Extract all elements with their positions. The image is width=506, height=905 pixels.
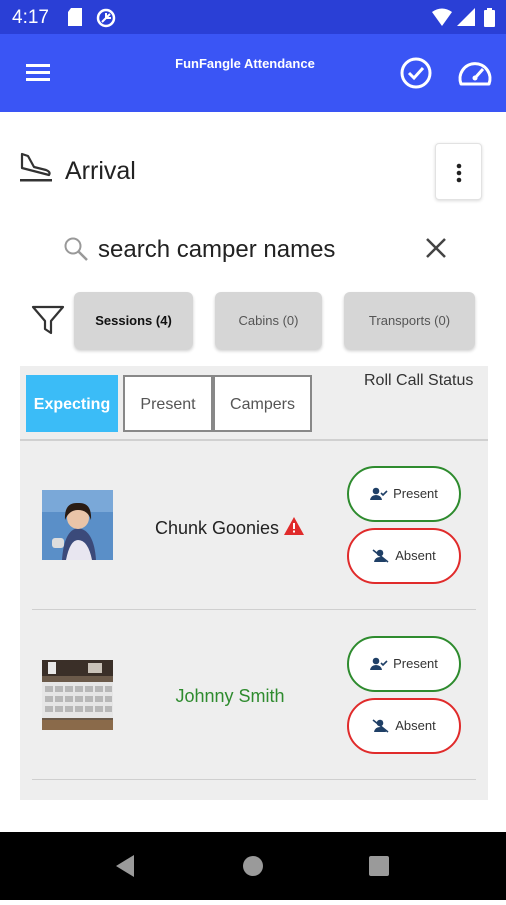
airplane-landing-icon xyxy=(18,150,54,184)
status-time: 4:17 xyxy=(12,7,49,28)
signal-icon xyxy=(457,8,475,31)
app-bar: FunFangle Attendance xyxy=(0,34,506,112)
absent-button[interactable]: Absent xyxy=(347,528,461,584)
camper-row: Chunk Goonies Present Absent xyxy=(20,440,488,610)
check-circle-icon xyxy=(400,57,432,89)
camper-photo xyxy=(42,660,113,730)
wifi-icon xyxy=(432,8,452,31)
page-title: Arrival xyxy=(65,157,136,185)
clear-search-button[interactable] xyxy=(423,235,449,261)
row-divider xyxy=(32,779,476,780)
back-icon[interactable] xyxy=(116,855,134,877)
home-icon[interactable] xyxy=(243,856,263,876)
tab-campers[interactable]: Campers xyxy=(213,375,312,432)
camper-name-text: Johnny Smith xyxy=(175,686,285,706)
person-check-icon xyxy=(370,657,388,670)
dashboard-button[interactable] xyxy=(456,56,494,90)
absent-label: Absent xyxy=(395,548,436,563)
present-label: Present xyxy=(393,656,438,671)
speedometer-icon xyxy=(458,62,492,86)
tab-expecting[interactable]: Expecting xyxy=(26,375,118,432)
confirm-button[interactable] xyxy=(399,56,433,90)
camper-row: Johnny Smith Present Absent xyxy=(20,610,488,780)
absent-button[interactable]: Absent xyxy=(347,698,461,754)
person-off-icon xyxy=(372,719,389,733)
person-off-icon xyxy=(372,549,389,563)
system-nav-bar xyxy=(0,832,506,900)
data-saver-icon xyxy=(96,8,116,33)
warning-icon xyxy=(283,516,305,536)
more-vertical-icon xyxy=(456,163,462,183)
camper-name[interactable]: Johnny Smith xyxy=(130,686,330,707)
battery-icon xyxy=(484,8,495,32)
recents-icon[interactable] xyxy=(369,856,389,876)
roll-call-panel: Expecting Present Campers Roll Call Stat… xyxy=(20,366,488,800)
absent-label: Absent xyxy=(395,718,436,733)
search-input[interactable] xyxy=(98,232,408,268)
arrival-header: Arrival xyxy=(0,140,506,202)
filter-icon[interactable] xyxy=(30,302,66,338)
tab-present[interactable]: Present xyxy=(123,375,213,432)
camper-name-text: Chunk Goonies xyxy=(154,518,280,538)
present-button[interactable]: Present xyxy=(347,466,461,522)
filter-chip-transports[interactable]: Transports (0) xyxy=(344,292,475,349)
more-options-button[interactable] xyxy=(435,143,482,200)
filter-chip-cabins[interactable]: Cabins (0) xyxy=(215,292,322,349)
present-button[interactable]: Present xyxy=(347,636,461,692)
close-icon xyxy=(426,238,446,258)
search-icon xyxy=(63,236,89,262)
filter-chip-sessions[interactable]: Sessions (4) xyxy=(74,292,193,349)
camper-photo xyxy=(42,490,113,560)
roll-call-status-label: Roll Call Status xyxy=(364,372,474,389)
present-label: Present xyxy=(393,486,438,501)
camper-name[interactable]: Chunk Goonies xyxy=(130,516,330,539)
person-check-icon xyxy=(370,487,388,500)
status-bar: 4:17 xyxy=(0,0,506,34)
sd-card-icon xyxy=(68,8,82,31)
